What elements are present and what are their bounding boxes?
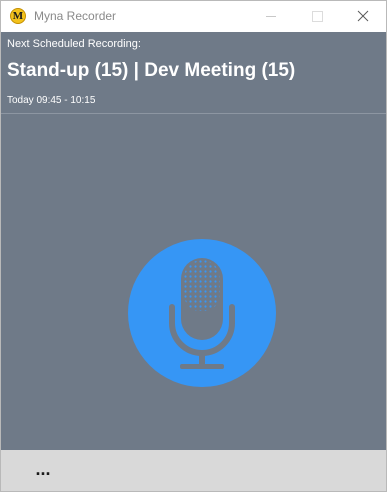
more-options-button[interactable]: ... (28, 458, 58, 484)
next-recording-label: Next Scheduled Recording: (7, 38, 141, 50)
bottom-app-bar: ... (1, 450, 386, 491)
window-title: Myna Recorder (34, 9, 117, 23)
next-recording-panel: Next Scheduled Recording: Stand-up (15) … (1, 32, 386, 114)
app-logo-icon: M (10, 8, 26, 24)
minimize-button[interactable] (248, 1, 294, 32)
maximize-icon (312, 11, 323, 22)
minimize-icon (266, 16, 276, 17)
maximize-button[interactable] (294, 1, 340, 32)
microphone-icon (169, 258, 235, 369)
app-logo-letter: M (12, 10, 24, 22)
close-button[interactable] (340, 1, 386, 32)
close-icon (357, 10, 369, 22)
meeting-time: Today 09:45 - 10:15 (7, 95, 96, 106)
meeting-title: Stand-up (15) | Dev Meeting (15) (7, 60, 296, 81)
record-button[interactable] (128, 239, 276, 387)
title-bar[interactable]: M Myna Recorder (1, 1, 386, 32)
app-window: M Myna Recorder Next Scheduled Recording… (0, 0, 387, 492)
